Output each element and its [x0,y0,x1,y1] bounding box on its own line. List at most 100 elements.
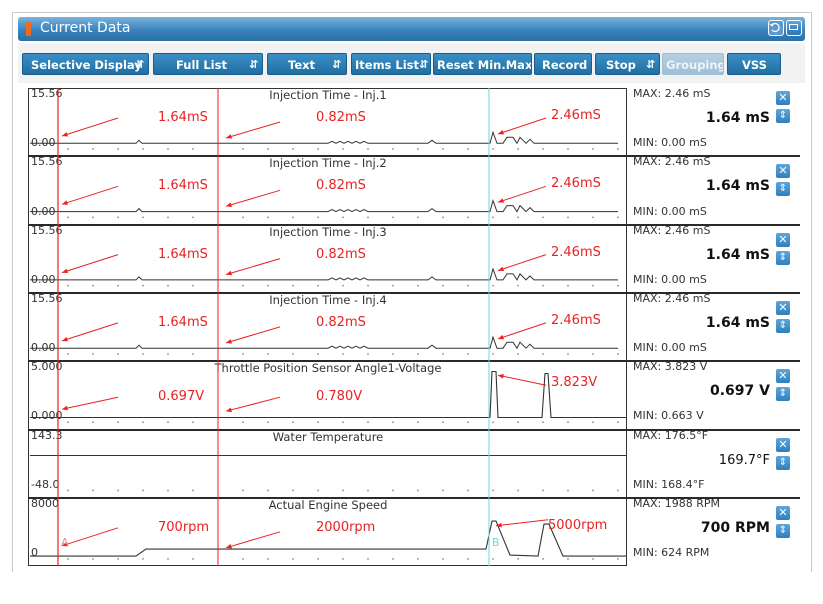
selective-display-button[interactable]: Selective Display ⇵ [22,53,149,75]
annotation-arrow [225,396,281,412]
arrowhead [62,200,68,205]
bottom-bar [0,572,823,604]
current-value: 1.64 mS [705,314,770,331]
expand-icon[interactable]: ⇕ [776,523,790,538]
annotation-arrow [61,322,119,342]
annotation-layer [57,88,549,566]
arrowhead [498,198,504,203]
min-value: MIN: 0.00 mS [633,136,707,150]
annotation-arrow [61,527,119,547]
close-icon[interactable]: ✕ [776,505,790,520]
current-value: 1.64 mS [705,178,770,195]
button-label: Text [288,58,316,72]
arrowhead [498,374,504,379]
annotation-arrow [225,326,281,344]
record-button[interactable]: Record [534,53,592,75]
button-label: Record [542,58,588,72]
annotation-arrow [225,258,281,276]
button-label: Grouping [666,58,724,72]
annotation-arrow [497,254,547,272]
close-icon[interactable]: ✕ [776,437,790,452]
close-icon[interactable]: ✕ [776,91,790,105]
marker-a-label: A [61,536,69,549]
button-label: Stop [606,58,636,72]
min-value: MIN: 624 RPM [633,546,710,560]
window-marker-icon [26,22,31,36]
annotation-arrow [497,374,547,386]
arrowhead [498,266,504,272]
vss-button[interactable]: VSS [727,53,781,75]
current-value: 700 RPM [700,519,770,536]
annotation-arrow [61,396,119,410]
annotation-arrow [225,189,281,207]
annotation-arrow [497,322,547,340]
updown-arrow-icon: ⇵ [249,58,259,71]
current-value: 169.7°F [718,452,770,468]
annotation-arrow [61,254,119,274]
value-panel: MAX: 1988 RPM 700 RPM MIN: 624 RPM ✕ ⇕ [627,497,800,566]
marker-b-label: B [492,536,500,549]
updown-arrow-icon: ⇵ [135,58,145,71]
updown-arrow-icon: ⇵ [332,58,342,71]
window-titlebar: Current Data [18,17,805,41]
expand-icon[interactable]: ⇕ [776,250,790,265]
arrowhead [226,339,232,344]
close-icon[interactable]: ✕ [776,232,790,247]
reset-min-max-button[interactable]: Reset Min.Max [433,53,532,75]
arrowhead [496,522,502,528]
updown-arrow-icon: ⇵ [646,58,656,71]
arrowhead [62,132,68,137]
min-value: MIN: 168.4°F [633,477,705,491]
retry-icon[interactable] [768,20,784,36]
arrowhead [498,130,504,135]
value-panel: MAX: 2.46 mS 1.64 mS MIN: 0.00 mS ✕ ⇕ [627,292,800,361]
annotation-arrow [225,121,281,139]
toolbar: Selective Display ⇵ Full List ⇵ Text ⇵ I… [18,43,805,83]
updown-arrow-icon: ⇵ [419,58,429,71]
annotation-arrow [497,117,547,135]
close-icon[interactable]: ✕ [776,300,790,315]
value-panel: MAX: 3.823 V 0.697 V MIN: 0.663 V ✕ ⇕ [627,360,800,429]
items-list-button[interactable]: Items List ⇵ [351,53,431,75]
arrowhead [226,543,232,549]
expand-icon[interactable]: ⇕ [776,455,790,470]
full-list-button[interactable]: Full List ⇵ [153,53,263,75]
stop-button[interactable]: Stop ⇵ [595,53,660,75]
text-button[interactable]: Text ⇵ [267,53,347,75]
current-value: 1.64 mS [705,246,770,263]
arrowhead [62,336,68,342]
value-panel: MAX: 2.46 mS 1.64 mS MIN: 0.00 mS ✕ ⇕ [627,155,800,224]
value-panel: MAX: 2.46 mS 1.64 mS MIN: 0.00 mS ✕ ⇕ [627,87,800,156]
button-label: VSS [742,58,767,72]
min-value: MIN: 0.00 mS [633,341,707,355]
annotation-arrow [225,531,281,549]
window-restore-icon[interactable] [786,20,802,36]
window-title: Current Data [40,20,131,36]
annotation-arrow [495,519,549,527]
min-value: MIN: 0.663 V [633,409,704,423]
close-icon[interactable]: ✕ [776,369,790,384]
graph-panel: 15.56 0.00 Injection Time - Inj.1 1.64mS 0.8… [28,87,800,566]
expand-icon[interactable]: ⇕ [776,109,790,123]
arrowhead [62,268,68,274]
button-label: Reset Min.Max [437,58,532,72]
arrowhead [62,405,68,411]
arrowhead [498,334,504,340]
close-icon[interactable]: ✕ [776,164,790,179]
button-label: Full List [176,58,227,72]
expand-icon[interactable]: ⇕ [776,387,790,402]
current-value: 0.697 V [710,383,770,400]
arrowhead [226,134,232,139]
value-panel: MAX: 176.5°F 169.7°F MIN: 168.4°F ✕ ⇕ [627,429,800,498]
button-label: Selective Display [31,58,142,72]
arrowhead [226,202,232,207]
annotation-arrow [497,185,547,203]
min-value: MIN: 0.00 mS [633,272,707,286]
expand-icon[interactable]: ⇕ [776,182,790,197]
grouping-button[interactable]: Grouping [662,53,724,75]
annotation-arrow [61,117,119,137]
current-value: 1.64 mS [705,110,770,126]
button-label: Items List [355,58,420,72]
value-panel: MAX: 2.46 mS 1.64 mS MIN: 0.00 mS ✕ ⇕ [627,224,800,293]
expand-icon[interactable]: ⇕ [776,318,790,333]
